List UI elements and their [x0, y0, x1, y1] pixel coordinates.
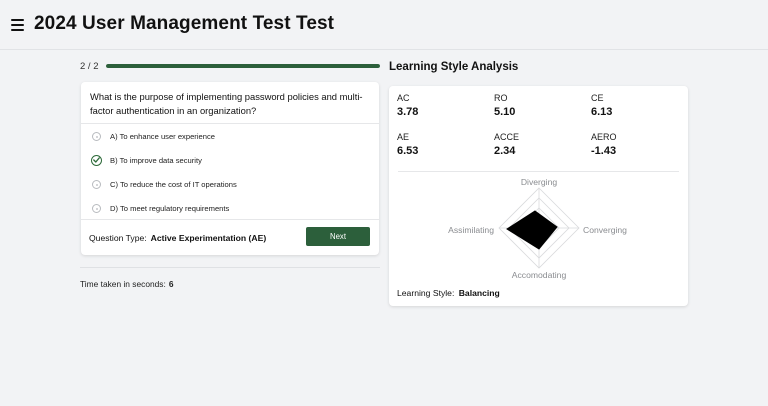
learning-style-result: Learning Style: Balancing — [397, 288, 500, 298]
quiz-progress: 2 / 2 — [80, 61, 380, 73]
metric-label: ACCE — [494, 132, 520, 142]
answer-option-a[interactable]: A) To enhance user experience — [92, 130, 362, 146]
progress-bar — [106, 64, 380, 68]
metric-aero: AERO -1.43 — [591, 132, 681, 157]
time-taken-value: 6 — [168, 279, 174, 289]
radio-unchecked-icon[interactable] — [92, 180, 101, 189]
page-title: 2024 User Management Test Test — [34, 13, 335, 34]
radar-label-right: Converging — [583, 225, 627, 235]
question-type: Question Type: Active Experimentation (AE… — [89, 233, 266, 243]
answer-option-c[interactable]: C) To reduce the cost of IT operations — [92, 178, 362, 194]
answer-option-b[interactable]: B) To improve data security — [91, 154, 362, 170]
option-label: D) To meet regulatory requirements — [110, 204, 230, 213]
radar-label-top: Diverging — [521, 177, 558, 187]
metric-label: AC — [397, 93, 410, 103]
radio-checked-icon[interactable] — [91, 155, 102, 166]
metric-value: 6.13 — [591, 106, 613, 118]
divider — [81, 123, 379, 124]
divider — [81, 219, 379, 220]
metric-ac: AC 3.78 — [397, 93, 487, 118]
next-button[interactable]: Next — [306, 227, 370, 246]
hamburger-menu-icon[interactable] — [11, 19, 24, 31]
metric-acce: ACCE 2.34 — [494, 132, 584, 157]
divider — [398, 171, 679, 172]
learning-style-card: AC 3.78 RO 5.10 CE 6.13 AE 6.53 ACCE 2.3… — [389, 86, 688, 306]
option-label: B) To improve data security — [110, 156, 202, 165]
metric-ae: AE 6.53 — [397, 132, 487, 157]
metric-value: 2.34 — [494, 145, 516, 157]
radio-unchecked-icon[interactable] — [92, 204, 101, 213]
metric-label: AE — [397, 132, 410, 142]
option-label: C) To reduce the cost of IT operations — [110, 180, 237, 189]
metric-ce: CE 6.13 — [591, 93, 681, 118]
time-taken-label: Time taken in seconds: — [80, 279, 166, 289]
learning-style-result-value: Balancing — [458, 288, 500, 298]
radio-unchecked-icon[interactable] — [92, 132, 101, 141]
option-label: A) To enhance user experience — [110, 132, 215, 141]
learning-style-radar: Diverging Converging Accomodating Assimi… — [448, 177, 627, 280]
metric-label: RO — [494, 93, 508, 103]
question-card: What is the purpose of implementing pass… — [81, 82, 379, 255]
metric-value: 5.10 — [494, 106, 516, 118]
metric-ro: RO 5.10 — [494, 93, 584, 118]
radar-label-left: Assimilating — [448, 225, 494, 235]
learning-style-title: Learning Style Analysis — [389, 61, 519, 73]
progress-counter: 2 / 2 — [80, 61, 99, 72]
metric-label: CE — [591, 93, 604, 103]
divider — [80, 267, 380, 268]
question-type-value: Active Experimentation (AE) — [150, 233, 267, 243]
progress-bar-fill — [106, 64, 380, 68]
answer-option-d[interactable]: D) To meet regulatory requirements — [92, 202, 362, 218]
metric-value: 3.78 — [397, 106, 419, 118]
radar-label-bottom: Accomodating — [512, 270, 567, 280]
question-text: What is the purpose of implementing pass… — [90, 91, 363, 116]
metric-value: 6.53 — [397, 145, 419, 157]
metric-label: AERO — [591, 132, 617, 142]
learning-style-result-label: Learning Style: — [397, 288, 455, 298]
app-header: 2024 User Management Test Test — [0, 0, 768, 50]
question-type-label: Question Type: — [89, 233, 147, 243]
time-taken: Time taken in seconds: 6 — [80, 279, 173, 289]
metric-value: -1.43 — [591, 145, 617, 157]
